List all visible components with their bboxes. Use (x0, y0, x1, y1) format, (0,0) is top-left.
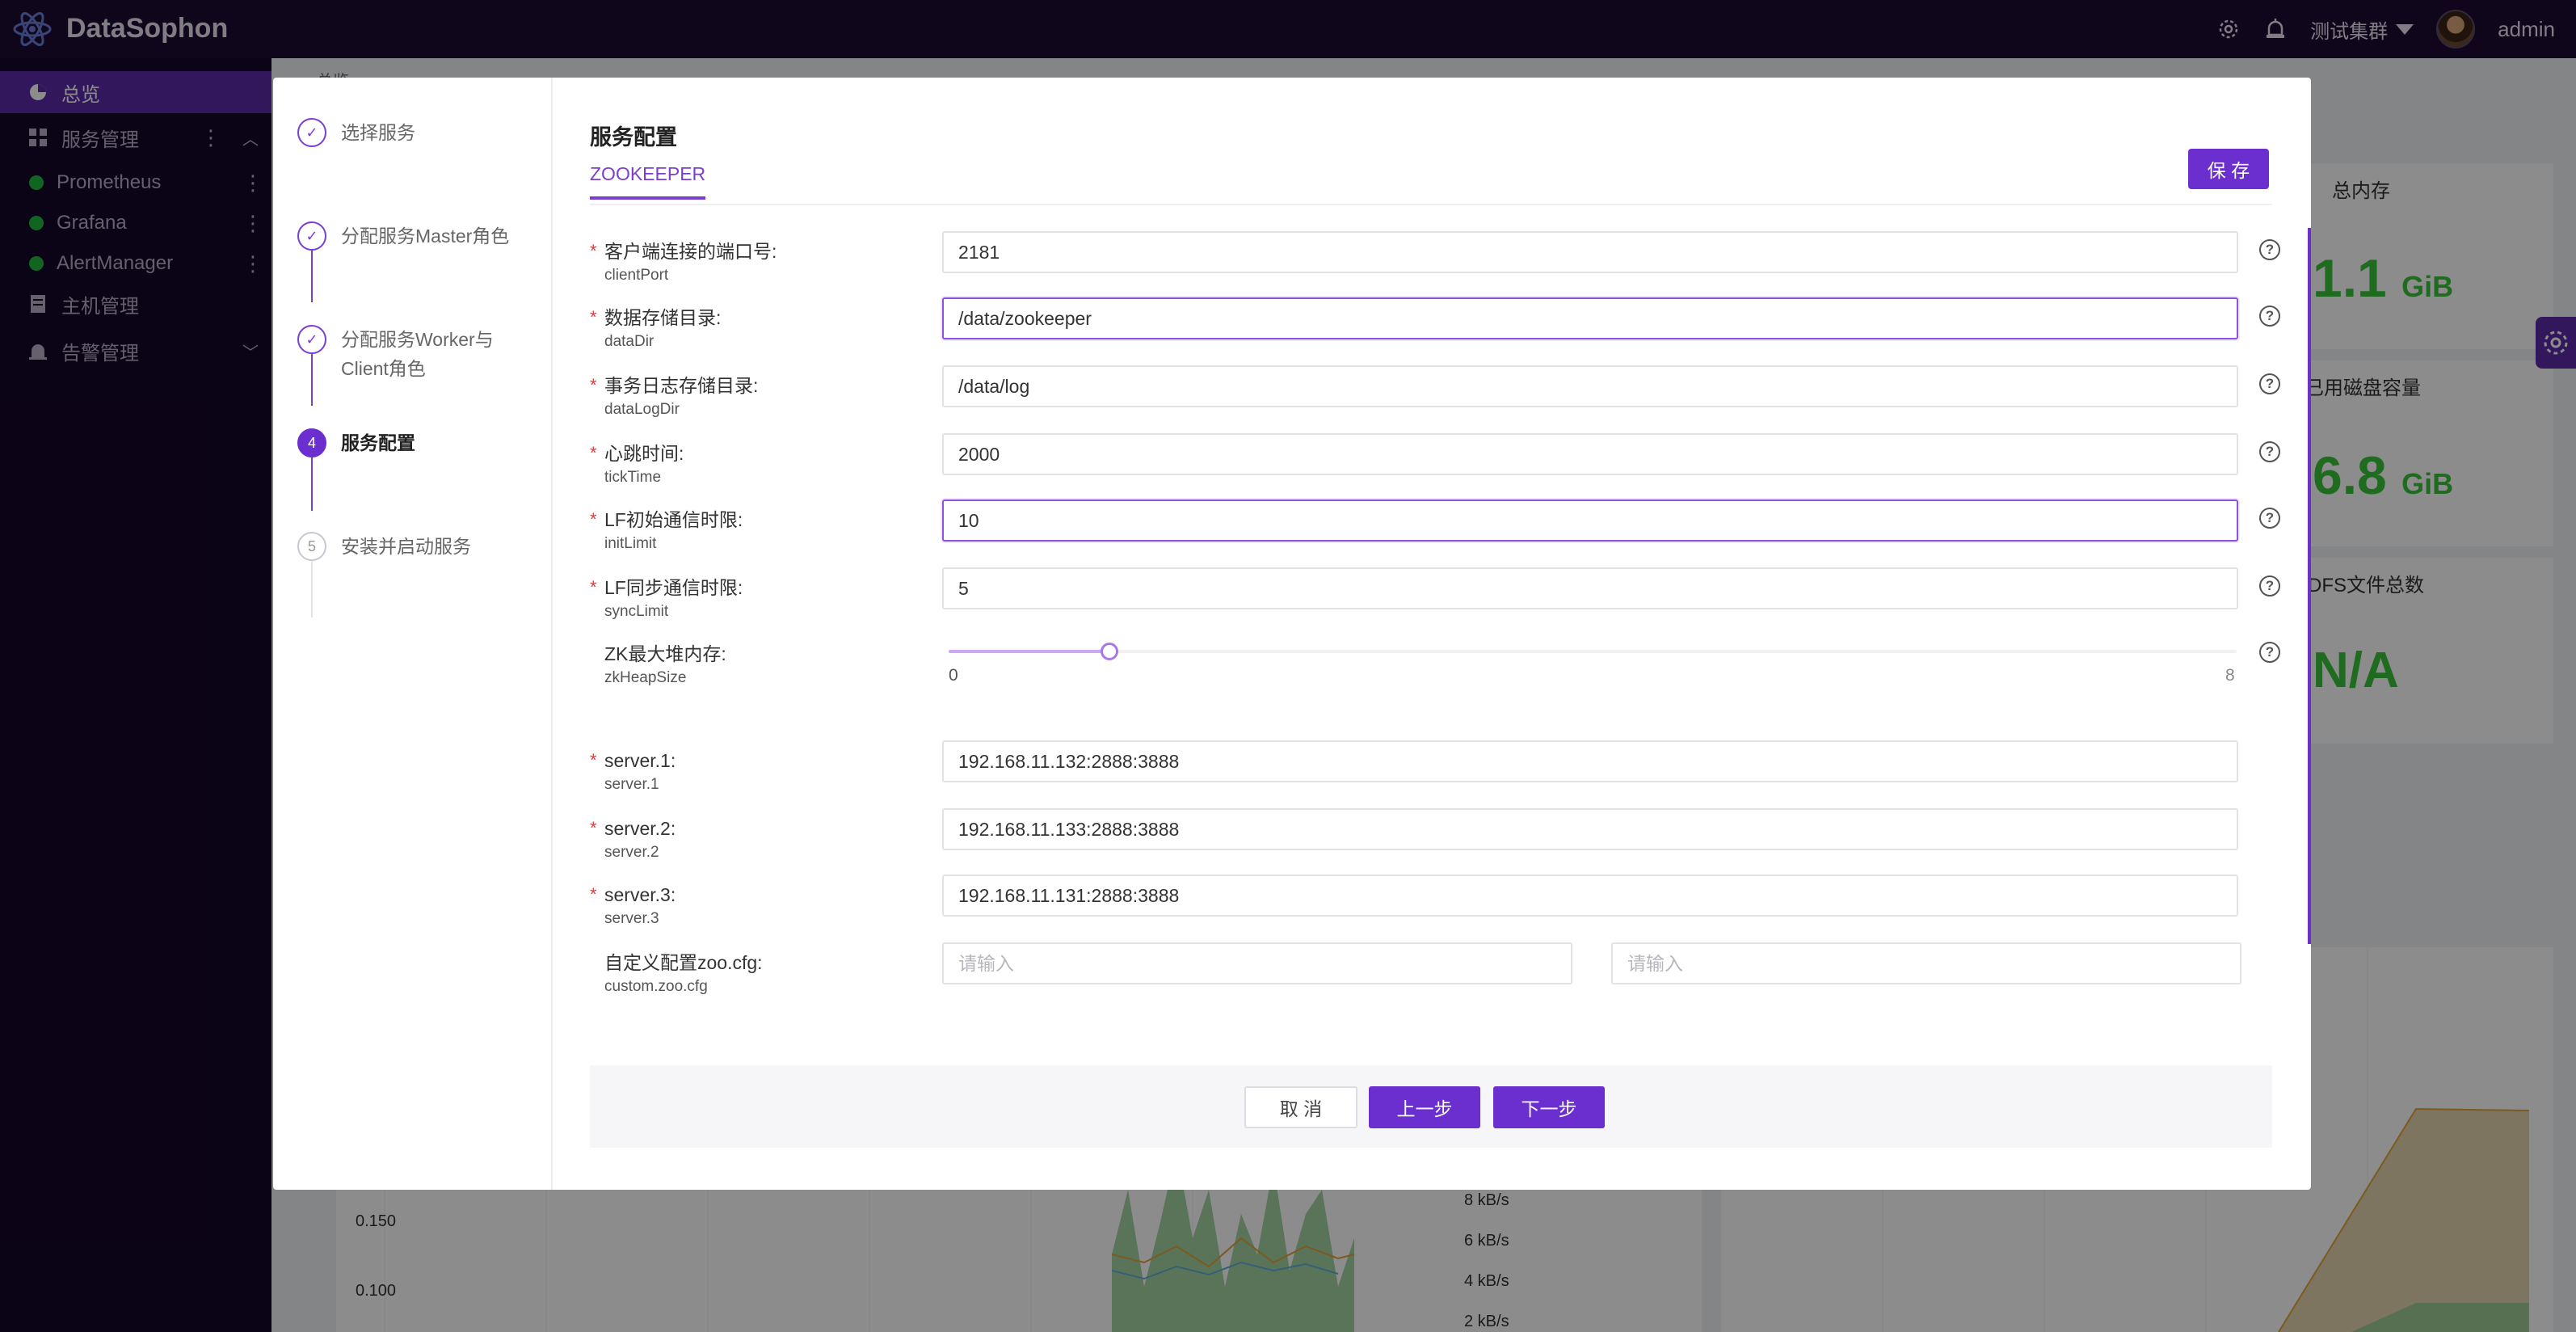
metric-title-files: DFS文件总数 (2308, 575, 2424, 596)
field-key: zkHeapSize (604, 669, 687, 686)
required-asterisk: * (590, 750, 597, 770)
check-icon: ✓ (297, 221, 326, 251)
tab-zookeeper[interactable]: ZOOKEEPER (590, 163, 706, 200)
field-row-server-1: * server.1: server.1 (590, 740, 2279, 813)
field-key: dataLogDir (604, 401, 680, 418)
field-label: 自定义配置zoo.cfg: (604, 952, 763, 973)
step-number: 4 (297, 428, 326, 457)
chart-tick-label: 4 kB/s (1464, 1272, 1509, 1290)
modal-footer: 取 消 上一步 下一步 (590, 1065, 2272, 1148)
custom-config-key-input[interactable] (942, 942, 1572, 984)
field-row-ticktime: *心跳时间: tickTime ? (590, 433, 2280, 506)
slider-handle[interactable] (1101, 643, 1118, 660)
field-label: * 数据存储目录: (590, 307, 722, 328)
datadir-input[interactable] (942, 297, 2238, 339)
metric-title-disk: 已用磁盘容量 (2305, 377, 2421, 399)
help-circle-icon[interactable]: ? (2259, 642, 2280, 663)
slider-max-label: 8 (2225, 666, 2235, 685)
help-circle-icon[interactable]: ? (2259, 575, 2280, 596)
step-label: 分配服务Master角色 (341, 226, 510, 247)
cancel-button[interactable]: 取 消 (1244, 1086, 1357, 1128)
synclimit-input[interactable] (942, 567, 2238, 609)
field-label: * server.2: (590, 818, 676, 839)
scrollbar-thumb[interactable] (2308, 228, 2311, 944)
next-step-button[interactable]: 下一步 (1493, 1086, 1605, 1128)
field-key: syncLimit (604, 603, 669, 620)
required-asterisk: * (590, 884, 597, 904)
custom-config-value-input[interactable] (1611, 942, 2241, 984)
field-row-server-2: * server.2: server.2 (590, 808, 2279, 881)
chart-tick-label: 8 kB/s (1464, 1191, 1509, 1209)
check-icon: ✓ (297, 118, 326, 147)
field-row-datalogdir: *事务日志存储目录: dataLogDir ? (590, 365, 2280, 438)
metric-title-memory: 总内存 (2332, 180, 2390, 202)
chart-tick-label: 0.150 (356, 1212, 397, 1230)
field-key: dataDir (604, 333, 655, 350)
server-3-input[interactable] (942, 875, 2238, 917)
clientport-input[interactable] (942, 231, 2238, 273)
slider-min-label: 0 (949, 666, 958, 685)
field-row-zkheapsize: ZK最大堆内存: zkHeapSize 0 8 ? (590, 642, 2280, 706)
field-label: * LF初始通信时限: (590, 509, 743, 530)
help-circle-icon[interactable]: ? (2259, 441, 2280, 462)
chart-tick-label: 2 kB/s (1464, 1313, 1509, 1330)
field-key: server.1 (604, 776, 659, 793)
field-key: clientPort (604, 267, 669, 284)
help-circle-icon[interactable]: ? (2259, 508, 2280, 529)
required-asterisk: * (590, 375, 597, 395)
field-key: tickTime (604, 469, 662, 486)
server-1-input[interactable] (942, 740, 2238, 782)
tab-divider (590, 204, 2272, 205)
field-key: server.3 (604, 910, 659, 927)
slider-fill (949, 650, 1109, 653)
initlimit-input[interactable] (942, 500, 2238, 542)
check-icon: ✓ (297, 325, 326, 354)
required-asterisk: * (590, 509, 597, 529)
section-title: 服务配置 (590, 125, 677, 150)
field-key: initLimit (604, 535, 657, 552)
metric-value-memory: 1.1 GiB (2313, 248, 2454, 308)
field-label: * LF同步通信时限: (590, 577, 743, 598)
field-label: * 事务日志存储目录: (590, 375, 759, 396)
field-label: ZK最大堆内存: (604, 643, 726, 664)
field-row-clientport: *客户端连接的端口号: clientPort ? (590, 231, 2280, 304)
field-label: * server.1: (590, 750, 676, 771)
step-label: 选择服务 (341, 122, 415, 143)
required-asterisk: * (590, 443, 597, 463)
field-row-datadir: *数据存储目录: dataDir ? (590, 297, 2280, 370)
chart-tick-label: 6 kB/s (1464, 1232, 1509, 1250)
step-label: 安装并启动服务 (341, 536, 471, 557)
heap-slider[interactable] (949, 643, 2237, 660)
required-asterisk: * (590, 241, 597, 261)
chart-tick-label: 0.100 (356, 1282, 397, 1300)
field-label: * 心跳时间: (590, 443, 684, 464)
previous-step-button[interactable]: 上一步 (1369, 1086, 1480, 1128)
required-asterisk: * (590, 577, 597, 597)
help-circle-icon[interactable]: ? (2259, 373, 2280, 394)
help-circle-icon[interactable]: ? (2259, 239, 2280, 260)
required-asterisk: * (590, 307, 597, 327)
datalogdir-input[interactable] (942, 365, 2238, 407)
field-key: custom.zoo.cfg (604, 978, 708, 995)
field-row-server-3: * server.3: server.3 (590, 875, 2279, 947)
step-label: 服务配置 (341, 432, 415, 453)
step-number: 5 (297, 532, 326, 561)
required-asterisk: * (590, 818, 597, 838)
field-key: server.2 (604, 844, 659, 861)
step-label: 分配服务Worker与Client角色 (341, 329, 494, 379)
field-row-custom-zoo-cfg: 自定义配置zoo.cfg: custom.zoo.cfg (590, 942, 2279, 1015)
service-config-modal: ✓ 选择服务 ✓ 分配服务Master角色 ✓ 分配服务Worker与Clien… (273, 78, 2311, 1190)
field-row-initlimit: *LF初始通信时限: initLimit ? (590, 500, 2280, 572)
metric-value-disk: 6.8 GiB (2313, 445, 2454, 505)
field-label: * 客户端连接的端口号: (590, 241, 777, 262)
wizard-steps: ✓ 选择服务 ✓ 分配服务Master角色 ✓ 分配服务Worker与Clien… (273, 78, 553, 1190)
field-row-synclimit: *LF同步通信时限: syncLimit ? (590, 567, 2280, 640)
server-2-input[interactable] (942, 808, 2238, 850)
save-button[interactable]: 保 存 (2188, 149, 2269, 189)
field-label: * server.3: (590, 884, 676, 905)
ticktime-input[interactable] (942, 433, 2238, 475)
metric-value-files: N/A (2313, 643, 2399, 698)
help-circle-icon[interactable]: ? (2259, 306, 2280, 327)
